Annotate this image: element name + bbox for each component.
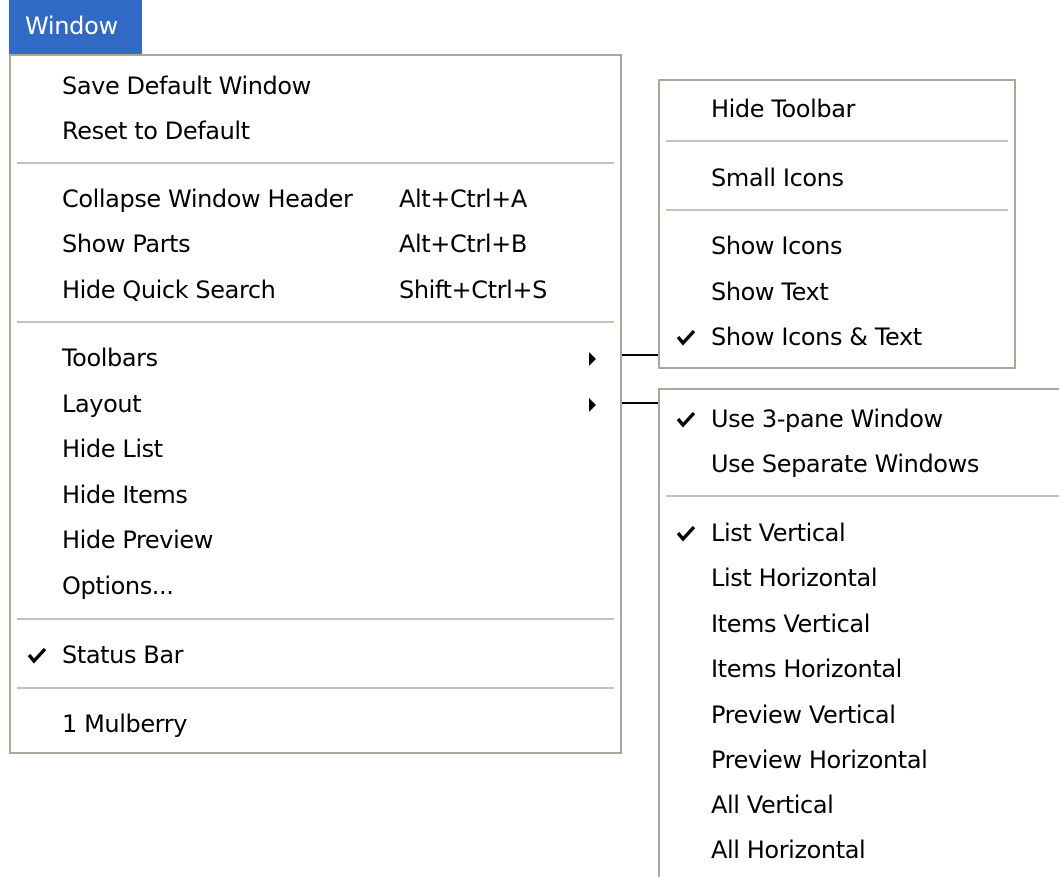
menu-item-label: Hide Quick Search [62, 276, 276, 304]
menu-item-all-vertical[interactable]: All Vertical [660, 784, 1059, 826]
menu-separator [17, 618, 614, 620]
menu-item-items-horizontal[interactable]: Items Horizontal [660, 648, 1059, 690]
menu-item-label: Hide List [62, 435, 163, 463]
menu-item-preview-vertical[interactable]: Preview Vertical [660, 694, 1059, 736]
menu-item-label: Items Vertical [711, 610, 871, 638]
menu-item-small-icons[interactable]: Small Icons [660, 157, 1014, 199]
menu-item-hide-list[interactable]: Hide List [11, 428, 620, 470]
menu-item-label: List Horizontal [711, 564, 878, 592]
menu-item-hide-quick-search[interactable]: Hide Quick Search Shift+Ctrl+S [11, 269, 620, 311]
menu-item-label: Use 3-pane Window [711, 405, 943, 433]
menu-item-label: Use Separate Windows [711, 450, 979, 478]
menu-item-hide-items[interactable]: Hide Items [11, 474, 620, 516]
menu-item-label: Hide Toolbar [711, 95, 855, 123]
menu-item-label: Options... [62, 572, 174, 600]
menu-separator [666, 140, 1008, 142]
submenu-arrow-icon [589, 398, 596, 412]
menu-item-label: Save Default Window [62, 72, 311, 100]
menu-item-label: Small Icons [711, 164, 844, 192]
submenu-connector [622, 402, 658, 404]
menu-item-list-horizontal[interactable]: List Horizontal [660, 557, 1059, 599]
checkmark-icon [676, 329, 696, 346]
menu-item-label: Reset to Default [62, 117, 250, 145]
menu-item-show-icons[interactable]: Show Icons [660, 225, 1014, 267]
menu-item-label: Preview Horizontal [711, 746, 928, 774]
menu-separator [17, 687, 614, 689]
menu-item-label: All Vertical [711, 791, 834, 819]
menu-item-layout[interactable]: Layout [11, 383, 620, 425]
menu-item-list-vertical[interactable]: List Vertical [660, 512, 1059, 554]
layout-submenu: Use 3-pane Window Use Separate Windows L… [658, 388, 1059, 877]
menu-separator [666, 495, 1059, 497]
checkmark-icon [676, 525, 696, 542]
menu-item-label: Show Icons & Text [711, 323, 922, 351]
menu-item-label: List Vertical [711, 519, 846, 547]
menu-item-hide-preview[interactable]: Hide Preview [11, 519, 620, 561]
checkmark-icon [27, 647, 47, 664]
menu-item-label: Hide Items [62, 481, 188, 509]
menu-item-show-text[interactable]: Show Text [660, 271, 1014, 313]
menu-item-label: Items Horizontal [711, 655, 902, 683]
menu-item-shortcut: Alt+Ctrl+A [399, 185, 527, 213]
menu-item-shortcut: Alt+Ctrl+B [399, 230, 527, 258]
menu-item-show-parts[interactable]: Show Parts Alt+Ctrl+B [11, 223, 620, 265]
menu-separator [17, 162, 614, 164]
menu-item-all-horizontal[interactable]: All Horizontal [660, 829, 1059, 871]
menu-item-save-default-window[interactable]: Save Default Window [11, 65, 620, 107]
menu-separator [666, 209, 1008, 211]
menu-item-options[interactable]: Options... [11, 565, 620, 607]
menu-item-label: Hide Preview [62, 526, 213, 554]
menu-item-label: 1 Mulberry [62, 710, 188, 738]
submenu-arrow-icon [589, 352, 596, 366]
menu-item-shortcut: Shift+Ctrl+S [399, 276, 547, 304]
menu-item-label: Show Text [711, 278, 829, 306]
menu-item-collapse-window-header[interactable]: Collapse Window Header Alt+Ctrl+A [11, 178, 620, 220]
menu-item-items-vertical[interactable]: Items Vertical [660, 603, 1059, 645]
menu-item-label: Status Bar [62, 641, 184, 669]
menu-separator [17, 321, 614, 323]
menu-item-use-separate-windows[interactable]: Use Separate Windows [660, 443, 1059, 485]
window-menu-title[interactable]: Window [9, 0, 142, 54]
menu-item-label: Show Icons [711, 232, 843, 260]
menu-item-label: Layout [62, 390, 142, 418]
window-menu: Save Default Window Reset to Default Col… [9, 54, 622, 754]
menu-item-hide-toolbar[interactable]: Hide Toolbar [660, 88, 1014, 130]
menu-item-show-icons-and-text[interactable]: Show Icons & Text [660, 316, 1014, 358]
menu-item-label: Preview Vertical [711, 701, 896, 729]
submenu-connector [622, 354, 658, 356]
menu-item-toolbars[interactable]: Toolbars [11, 337, 620, 379]
menu-item-use-3-pane-window[interactable]: Use 3-pane Window [660, 398, 1059, 440]
menu-item-status-bar[interactable]: Status Bar [11, 634, 620, 676]
menu-item-recent-window[interactable]: 1 Mulberry [11, 703, 620, 745]
menu-item-label: Collapse Window Header [62, 185, 353, 213]
toolbars-submenu: Hide Toolbar Small Icons Show Icons Show… [658, 79, 1016, 369]
menu-item-preview-horizontal[interactable]: Preview Horizontal [660, 739, 1059, 781]
menu-item-label: All Horizontal [711, 836, 866, 864]
checkmark-icon [676, 411, 696, 428]
menu-item-reset-to-default[interactable]: Reset to Default [11, 110, 620, 152]
menu-item-label: Show Parts [62, 230, 191, 258]
menu-item-label: Toolbars [62, 344, 158, 372]
